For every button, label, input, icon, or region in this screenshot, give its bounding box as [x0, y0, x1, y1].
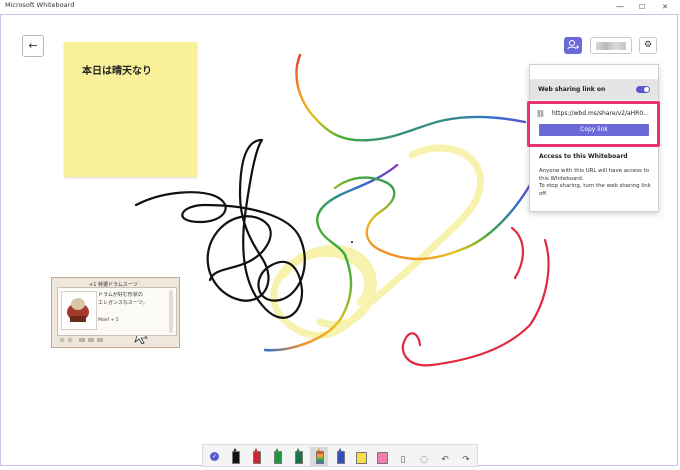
undo-icon: ↶ [441, 455, 449, 465]
character-portrait [61, 291, 97, 330]
pen-stroke [510, 226, 524, 280]
highlighter-stroke [280, 249, 372, 306]
item-stat: Mdef + 5 [98, 318, 119, 323]
invite-button[interactable] [564, 37, 582, 54]
ruler-tool[interactable]: ▯ [394, 447, 412, 466]
access-title: Access to this Whiteboard [539, 153, 628, 160]
pen-stroke [295, 53, 527, 142]
pasted-image[interactable]: +1 特選ドラムスーツ ドラムが好む形状の エレガンスなスーツ。 Mdef + … [51, 277, 180, 348]
redo-icon: ↷ [462, 455, 470, 465]
avatar [596, 42, 626, 50]
web-sharing-row: Web sharing link on [530, 80, 658, 100]
access-description: Anyone with this URL will have access to… [539, 168, 651, 198]
web-sharing-label: Web sharing link on [538, 86, 606, 93]
select-tool[interactable]: ✓ [206, 447, 224, 466]
redo-button[interactable]: ↷ [457, 447, 475, 466]
pen-darkgreen[interactable] [289, 447, 307, 466]
link-icon: ⛓ [536, 110, 545, 118]
person-add-icon [564, 37, 582, 60]
pen-black[interactable] [226, 447, 244, 466]
access-text-1: Anyone with this URL will have access to… [539, 168, 649, 182]
pen-red[interactable] [247, 447, 265, 466]
access-text-2: To stop sharing, turn the web sharing li… [539, 183, 651, 197]
web-sharing-toggle[interactable] [636, 86, 650, 93]
gear-icon: ⚙ [643, 40, 653, 50]
lasso-tool[interactable]: ◌ [415, 447, 433, 466]
pen-blue[interactable] [331, 447, 349, 466]
share-panel-header [530, 65, 658, 80]
pasted-image-scrollbar [169, 290, 173, 333]
pasted-image-icons [59, 336, 148, 344]
settings-button[interactable]: ⚙ [639, 37, 657, 54]
undo-button[interactable]: ↶ [436, 447, 454, 466]
check-circle-icon: ✓ [210, 452, 219, 461]
highlighter-stroke [270, 144, 485, 339]
ink-toolbar: ✓ ▯ ◌ ↶ ↷ [202, 444, 478, 467]
highlighter-yellow[interactable] [352, 447, 370, 466]
lasso-icon: ◌ [420, 455, 428, 465]
copy-link-button[interactable]: Copy link [539, 124, 649, 136]
share-link-url[interactable]: https://wbd.ms/share/v2/aHR0... [552, 110, 649, 117]
share-link-row[interactable]: ⛓ https://wbd.ms/share/v2/aHR0... [536, 109, 654, 121]
pasted-image-frame: ドラムが好む形状の エレガンスなスーツ。 Mdef + 5 [57, 287, 177, 336]
ruler-icon: ▯ [400, 455, 406, 465]
ink-dot [351, 241, 353, 243]
account-button[interactable] [590, 37, 632, 54]
item-description-1: ドラムが好む形状の [98, 292, 143, 298]
pen-green[interactable] [268, 447, 286, 466]
highlighter-pink[interactable] [373, 447, 391, 466]
share-panel: Web sharing link on ⛓ https://wbd.ms/sha… [527, 64, 660, 212]
pen-rainbow[interactable] [310, 447, 328, 466]
item-description-2: エレガンスなスーツ。 [98, 300, 148, 306]
